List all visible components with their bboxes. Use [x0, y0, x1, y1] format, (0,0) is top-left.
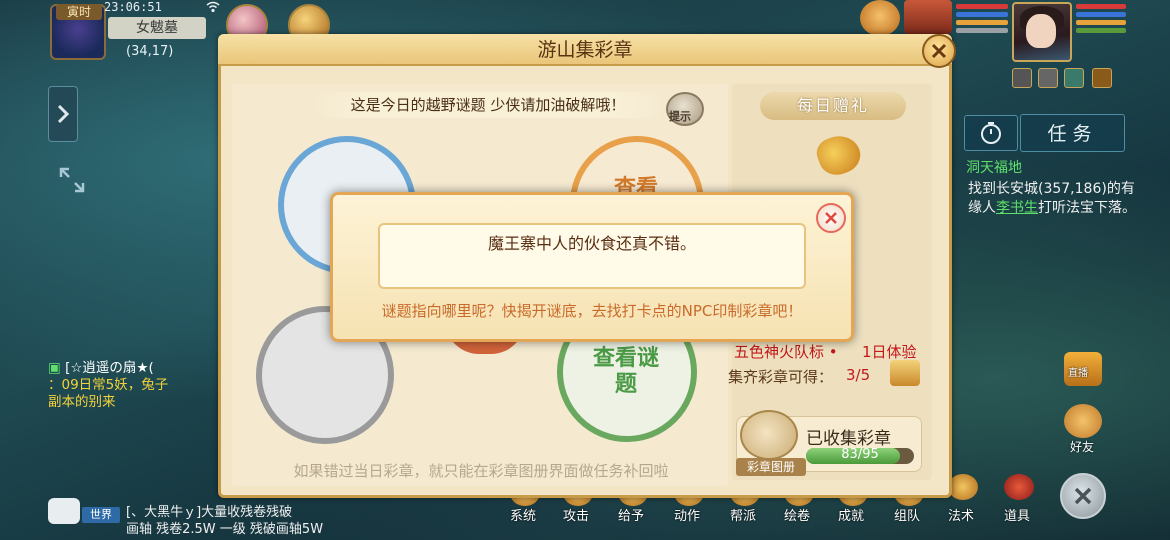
exp-bar	[956, 28, 1008, 33]
chat-panel[interactable]: ▣ [☆逍遥の扇★( ：09日常5妖，兔子 副本的别来	[48, 360, 218, 426]
panel-title: 游山集彩章	[537, 39, 633, 61]
collect-requirement-label: 集齐彩章可得：	[728, 368, 834, 386]
menu-magic[interactable]: 法术	[948, 505, 974, 524]
reward-item-name: 五色神火队标	[734, 343, 825, 361]
menu-scroll[interactable]: 绘卷	[784, 505, 810, 524]
world-channel-tag: 世界	[82, 507, 120, 523]
panel-close-button[interactable]	[922, 34, 956, 68]
map-name[interactable]: 女魃墓	[108, 17, 206, 39]
chat-bubble-icon[interactable]	[48, 498, 80, 524]
collected-progress-text: 83/95	[841, 447, 879, 462]
buff-icon-4[interactable]	[1092, 68, 1112, 88]
reward-duration: 1日体验	[862, 343, 917, 361]
close-icon	[931, 43, 947, 59]
collect-requirement-count: 3/5	[846, 366, 871, 384]
dialog-close-button[interactable]	[816, 203, 846, 233]
world-line-1: [、大黑牛ｙ]大量收残卷残破	[126, 505, 293, 520]
dialog-hint: 谜题指向哪里呢？快揭开谜底，去找打卡点的NPC印制彩章吧！	[381, 302, 803, 320]
reward-separator: •	[828, 343, 838, 361]
menu-give[interactable]: 给予	[618, 505, 644, 524]
menu-system[interactable]: 系统	[510, 505, 536, 524]
buff-icon-2[interactable]	[1038, 68, 1058, 88]
player-anger-bar	[1076, 28, 1126, 33]
mp-bar	[956, 12, 1008, 17]
stamp-album-label[interactable]: 彩章图册	[736, 458, 806, 476]
player-sp-bar	[1076, 20, 1126, 25]
menu-team[interactable]: 组队	[894, 505, 920, 524]
task-npc-link[interactable]: 李书生	[996, 200, 1038, 216]
stopwatch-icon	[981, 122, 1001, 144]
side-expand-tab[interactable]	[48, 86, 78, 142]
hp-bar	[956, 4, 1008, 9]
player-mp-bar	[1076, 12, 1126, 17]
chat-line-3: 副本的别来	[48, 394, 116, 410]
time-tag: 寅时	[56, 4, 102, 20]
view-riddle-button[interactable]: 查看谜题	[586, 346, 666, 398]
chevron-right-icon	[57, 104, 70, 124]
world-line-2: 画轴 残卷2.5W 一级 残破画轴5W	[126, 522, 324, 537]
buff-icon-1[interactable]	[1012, 68, 1032, 88]
task-title[interactable]: 洞天福地	[966, 157, 1022, 177]
menu-guild[interactable]: 帮派	[730, 505, 756, 524]
collected-stamps-title: 已收集彩章	[806, 429, 891, 449]
portrait-face	[1026, 14, 1056, 48]
collapse-menu-button[interactable]	[1060, 473, 1106, 519]
fullscreen-button[interactable]	[52, 160, 92, 200]
timer-button[interactable]	[964, 115, 1018, 151]
riddle-hint-banner: 这是今日的越野谜题 少侠请加油破解哦！	[312, 92, 664, 118]
close-icon	[1074, 487, 1092, 505]
treasure-chest-icon[interactable]	[890, 360, 920, 386]
wifi-icon	[206, 1, 220, 13]
chat-line-2: ：09日常5妖，兔子	[48, 377, 169, 393]
dialog-message: 魔王寨中人的伙食还真不错。	[487, 234, 696, 253]
world-chat-message[interactable]: [、大黑牛ｙ]大量收残卷残破 画轴 残卷2.5W 一级 残破画轴5W	[126, 504, 346, 538]
footer-note: 如果错过当日彩章，就只能在彩章图册界面做任务补回啦	[293, 462, 669, 480]
task-text-after: 打听法宝下落。	[1038, 200, 1136, 216]
reward-name: 五色神火队标 •	[734, 341, 838, 362]
hint-button-label[interactable]: 提示	[669, 108, 691, 124]
pet-avatar-icon[interactable]	[860, 0, 900, 36]
close-icon	[825, 212, 837, 224]
live-stream-label[interactable]: 直播	[1068, 364, 1088, 379]
chat-bullet: ▣	[48, 360, 61, 376]
partner-avatar-icon[interactable]	[904, 0, 952, 34]
expand-arrows-icon	[59, 167, 85, 193]
game-clock: 23:06:51	[104, 0, 162, 14]
magic-menu-icon[interactable]	[948, 474, 978, 500]
menu-items[interactable]: 道具	[1004, 505, 1030, 524]
friends-label[interactable]: 好友	[1070, 438, 1094, 455]
chat-line: ▣ [☆逍遥の扇★(	[48, 360, 218, 377]
menu-achievement[interactable]: 成就	[838, 505, 864, 524]
buff-icon-3[interactable]	[1064, 68, 1084, 88]
task-button[interactable]: 任务	[1020, 114, 1125, 152]
stamp-album-icon[interactable]	[740, 410, 798, 460]
player-coordinates: (34,17)	[126, 44, 174, 59]
player-hp-bar	[1076, 4, 1126, 9]
friends-icon[interactable]	[1064, 404, 1102, 438]
item-bag-icon[interactable]	[1004, 474, 1034, 500]
sp-bar	[956, 20, 1008, 25]
chat-sender: [☆逍遥の扇★(	[65, 360, 154, 376]
task-description[interactable]: 找到长安城(357,186)的有缘人李书生打听法宝下落。	[968, 180, 1138, 218]
daily-gift-banner: 每日赠礼	[760, 92, 906, 120]
menu-attack[interactable]: 攻击	[563, 505, 589, 524]
menu-action[interactable]: 动作	[674, 505, 700, 524]
